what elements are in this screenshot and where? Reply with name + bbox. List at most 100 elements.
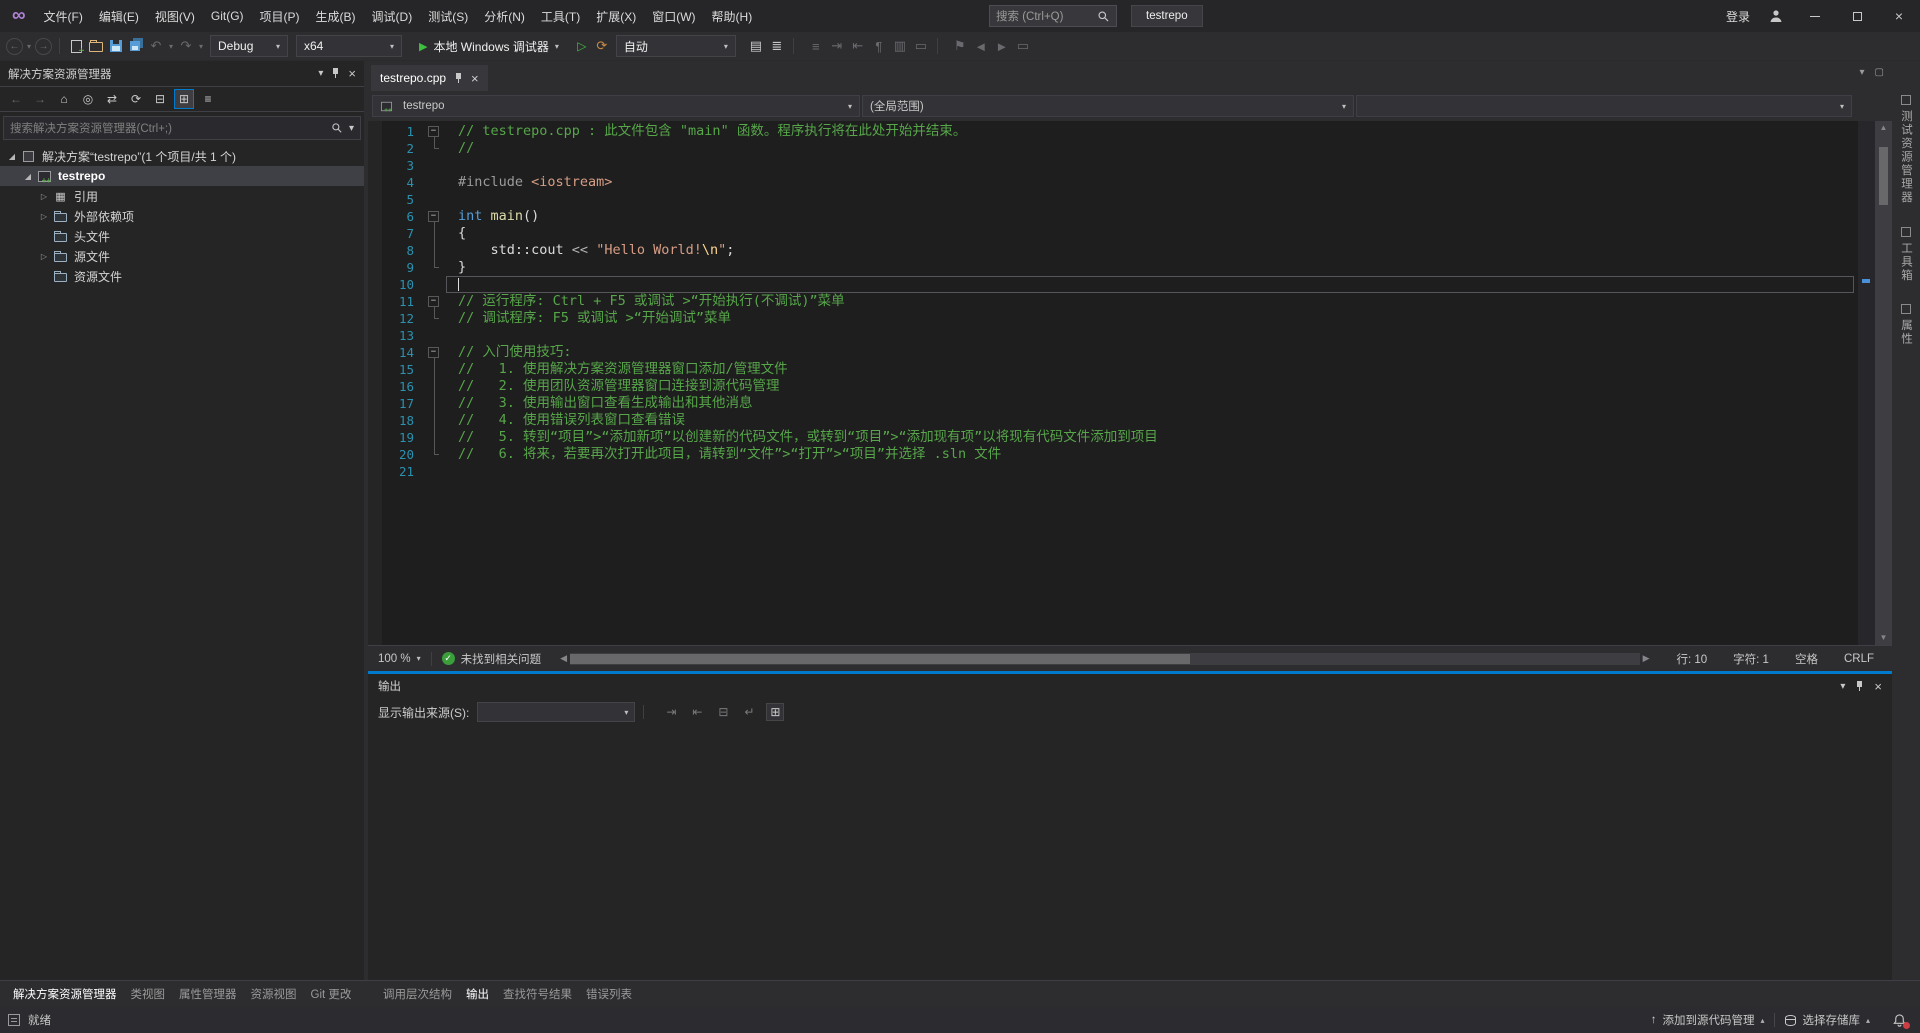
- start-debugging-button[interactable]: ▶ 本地 Windows 调试器 ▾: [411, 35, 567, 57]
- sidebar-tab-3[interactable]: 资源视图: [244, 981, 304, 1007]
- code-line-8[interactable]: 8 std::cout << "Hello World!\n";: [368, 242, 1858, 259]
- spaces-indicator[interactable]: 空格: [1795, 651, 1818, 667]
- code-line-17[interactable]: 17// 3. 使用输出窗口查看生成输出和其他消息: [368, 395, 1858, 412]
- scroll-down-icon[interactable]: ▼: [1880, 631, 1888, 645]
- fold-collapse-icon[interactable]: −: [428, 211, 439, 222]
- output-source-combobox[interactable]: ▾: [477, 702, 635, 722]
- output-tool-icon-1[interactable]: ⇤: [688, 703, 706, 721]
- redo-dropdown-icon[interactable]: ▾: [197, 35, 205, 57]
- close-icon[interactable]: ×: [1874, 679, 1882, 694]
- solution-explorer-tool-icon-2[interactable]: ⌂: [54, 89, 74, 109]
- menu-item-9[interactable]: 分析(N): [476, 0, 533, 32]
- notifications-bell-icon[interactable]: [1886, 1007, 1912, 1033]
- tree-expander-icon[interactable]: ◢: [20, 172, 36, 181]
- type-scope-combobox[interactable]: (全局范围) ▾: [862, 95, 1354, 117]
- chevron-down-icon[interactable]: ▾: [349, 123, 354, 134]
- code-line-11[interactable]: 11−// 运行程序: Ctrl + F5 或调试 >“开始执行(不调试)”菜单: [368, 293, 1858, 310]
- solution-explorer-search-box[interactable]: 搜索解决方案资源管理器(Ctrl+;) ▾: [3, 116, 361, 140]
- menu-item-6[interactable]: 生成(B): [308, 0, 364, 32]
- menu-item-12[interactable]: 窗口(W): [644, 0, 703, 32]
- maximize-button[interactable]: [1836, 0, 1878, 32]
- rail-tab-0[interactable]: 测试资源管理器: [1898, 95, 1914, 205]
- scroll-up-icon[interactable]: ▲: [1880, 121, 1888, 135]
- fold-collapse-icon[interactable]: −: [428, 126, 439, 137]
- horizontal-scrollbar-thumb[interactable]: [570, 654, 1190, 664]
- code-line-16[interactable]: 16// 2. 使用团队资源管理器窗口连接到源代码管理: [368, 378, 1858, 395]
- solution-explorer-tool-icon-1[interactable]: →: [30, 89, 50, 109]
- output-tool-icon-0[interactable]: ⇥: [662, 703, 680, 721]
- editor-vertical-scrollbar[interactable]: ▲ ▼: [1875, 121, 1892, 645]
- editor-horizontal-scrollbar[interactable]: ◀ ▶: [557, 646, 1652, 671]
- toolbar-extra-icons-c-icon-2[interactable]: ►: [993, 35, 1011, 57]
- panel-tab-0[interactable]: 调用层次结构: [376, 981, 459, 1007]
- menu-item-10[interactable]: 工具(T): [533, 0, 588, 32]
- solution-explorer-tool-icon-3[interactable]: ◎: [78, 89, 98, 109]
- close-icon[interactable]: ×: [471, 71, 479, 86]
- navigate-back-dropdown-icon[interactable]: ▾: [25, 35, 33, 57]
- quick-search-box[interactable]: 搜索 (Ctrl+Q): [989, 5, 1117, 27]
- menu-item-1[interactable]: 文件(F): [36, 0, 91, 32]
- platform-combobox[interactable]: x64 ▾: [296, 35, 402, 57]
- code-line-15[interactable]: 15// 1. 使用解决方案资源管理器窗口添加/管理文件: [368, 361, 1858, 378]
- pin-icon[interactable]: [1855, 681, 1864, 692]
- solution-explorer-tool-icon-0[interactable]: ←: [6, 89, 26, 109]
- redo-button[interactable]: ↷: [177, 35, 195, 57]
- output-content[interactable]: [368, 726, 1892, 980]
- code-line-21[interactable]: 21: [368, 463, 1858, 480]
- close-icon[interactable]: ×: [348, 66, 356, 81]
- tree-item-6[interactable]: 资源文件: [0, 266, 364, 286]
- line-indicator[interactable]: 行: 10: [1676, 651, 1707, 667]
- toolbar-extra-icons-b-icon-1[interactable]: ⇥: [828, 35, 846, 57]
- toolbar-extra-icons-b-icon-5[interactable]: ▭: [912, 35, 930, 57]
- code-line-20[interactable]: 20// 6. 将来，若要再次打开此项目，请转到“文件”>“打开”>“项目”并选…: [368, 446, 1858, 463]
- menu-item-2[interactable]: 编辑(E): [91, 0, 147, 32]
- window-position-icon[interactable]: ▾: [318, 68, 323, 79]
- sidebar-tab-2[interactable]: 属性管理器: [172, 981, 244, 1007]
- undo-button[interactable]: ↶: [147, 35, 165, 57]
- member-scope-combobox[interactable]: ▾: [1356, 95, 1852, 117]
- fold-collapse-icon[interactable]: −: [428, 296, 439, 307]
- output-tool-icon-4[interactable]: ⊞: [766, 703, 784, 721]
- sidebar-tab-0[interactable]: 解决方案资源管理器: [6, 981, 124, 1007]
- panel-tab-3[interactable]: 错误列表: [579, 981, 639, 1007]
- scroll-right-icon[interactable]: ▶: [1640, 653, 1653, 664]
- tree-item-2[interactable]: ▷▦引用: [0, 186, 364, 206]
- code-line-2[interactable]: 2//: [368, 140, 1858, 157]
- select-repository-button[interactable]: 选择存储库 ▴: [1775, 1012, 1880, 1028]
- code-line-18[interactable]: 18// 4. 使用错误列表窗口查看错误: [368, 412, 1858, 429]
- hot-reload-icon[interactable]: ⟳: [593, 35, 611, 57]
- code-line-12[interactable]: 12// 调试程序: F5 或调试 >“开始调试”菜单: [368, 310, 1858, 327]
- code-line-3[interactable]: 3: [368, 157, 1858, 174]
- rail-tab-2[interactable]: 属性: [1898, 304, 1914, 346]
- toolbar-extra-icons-b-icon-4[interactable]: ▥: [891, 35, 909, 57]
- tree-expander-icon[interactable]: ▷: [36, 192, 52, 201]
- background-tasks-icon[interactable]: [8, 1014, 20, 1026]
- navigate-back-icon[interactable]: ←: [6, 38, 23, 55]
- menu-item-13[interactable]: 帮助(H): [704, 0, 761, 32]
- code-line-4[interactable]: 4#include <iostream>: [368, 174, 1858, 191]
- document-health-indicator[interactable]: ✓ 未找到相关问题: [432, 651, 552, 667]
- user-profile-icon[interactable]: [1758, 8, 1794, 24]
- toolbar-extra-icons-c-icon-3[interactable]: ▭: [1014, 35, 1032, 57]
- toolbar-extra-icons-b-icon-2[interactable]: ⇤: [849, 35, 867, 57]
- code-line-5[interactable]: 5: [368, 191, 1858, 208]
- minimize-button[interactable]: [1794, 0, 1836, 32]
- solution-explorer-tool-icon-6[interactable]: ⊟: [150, 89, 170, 109]
- tree-item-1[interactable]: ◢testrepo: [0, 166, 364, 186]
- save-all-button[interactable]: [127, 35, 145, 57]
- toolbar-extra-icons-a-icon-1[interactable]: ≣: [768, 35, 786, 57]
- toolbar-extra-icons-a-icon-0[interactable]: ▤: [747, 35, 765, 57]
- configuration-combobox[interactable]: Debug ▾: [210, 35, 288, 57]
- sidebar-tab-1[interactable]: 类视图: [124, 981, 173, 1007]
- tree-expander-icon[interactable]: ▷: [36, 252, 52, 261]
- menu-item-3[interactable]: 视图(V): [147, 0, 203, 32]
- tree-item-5[interactable]: ▷源文件: [0, 246, 364, 266]
- code-line-19[interactable]: 19// 5. 转到“项目”>“添加新项”以创建新的代码文件，或转到“项目”>“…: [368, 429, 1858, 446]
- menu-item-7[interactable]: 调试(D): [364, 0, 421, 32]
- scroll-left-icon[interactable]: ◀: [557, 653, 570, 664]
- add-to-source-control-button[interactable]: ↑ 添加到源代码管理 ▴: [1641, 1012, 1775, 1028]
- solution-explorer-tool-icon-4[interactable]: ⇄: [102, 89, 122, 109]
- toolbar-extra-icons-b-icon-0[interactable]: ≡: [807, 35, 825, 57]
- zoom-combobox[interactable]: 100 % ▾: [368, 653, 431, 665]
- rail-tab-1[interactable]: 工具箱: [1898, 227, 1914, 283]
